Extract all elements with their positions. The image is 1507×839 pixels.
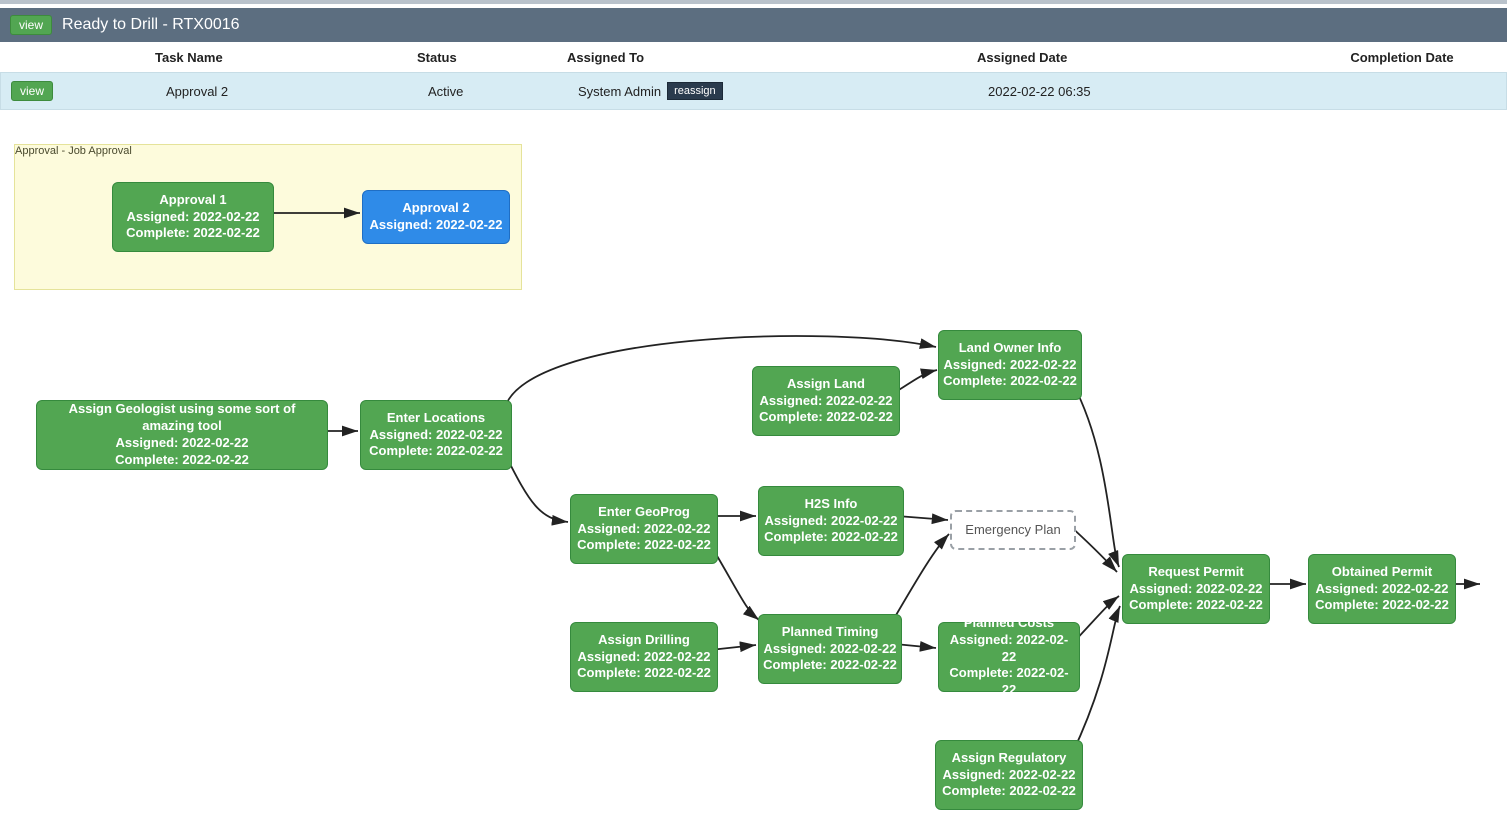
node-emergency-plan[interactable]: Emergency Plan xyxy=(950,510,1076,550)
node-assign-regulatory[interactable]: Assign Regulatory Assigned: 2022-02-22 C… xyxy=(935,740,1083,810)
node-title: H2S Info xyxy=(763,496,899,513)
node-planned-costs[interactable]: Planned Costs Assigned: 2022-02-22 Compl… xyxy=(938,622,1080,692)
node-title: Approval 1 xyxy=(117,192,269,209)
node-complete: Complete: 2022-02-22 xyxy=(365,443,507,460)
node-approval-2[interactable]: Approval 2 Assigned: 2022-02-22 xyxy=(362,190,510,244)
node-title: Enter GeoProg xyxy=(575,504,713,521)
node-title: Assign Drilling xyxy=(575,632,713,649)
node-title: Planned Costs xyxy=(943,615,1075,632)
cell-task-name: Approval 2 xyxy=(166,84,428,99)
node-assigned: Assigned: 2022-02-22 xyxy=(1313,581,1451,598)
node-assigned: Assigned: 2022-02-22 xyxy=(117,209,269,226)
col-assigned-to: Assigned To xyxy=(567,50,977,65)
reassign-button[interactable]: reassign xyxy=(667,82,723,100)
node-assign-land[interactable]: Assign Land Assigned: 2022-02-22 Complet… xyxy=(752,366,900,436)
node-title: Assign Geologist using some sort of amaz… xyxy=(41,401,323,435)
col-completion-date: Completion Date xyxy=(1297,50,1507,65)
node-title: Request Permit xyxy=(1127,564,1265,581)
node-assigned: Assigned: 2022-02-22 xyxy=(763,513,899,530)
node-assigned: Assigned: 2022-02-22 xyxy=(763,641,897,658)
node-title: Enter Locations xyxy=(365,410,507,427)
node-assigned: Assigned: 2022-02-22 xyxy=(940,767,1078,784)
col-task-name: Task Name xyxy=(155,50,417,65)
node-title: Approval 2 xyxy=(367,200,505,217)
node-h2s-info[interactable]: H2S Info Assigned: 2022-02-22 Complete: … xyxy=(758,486,904,556)
node-complete: Complete: 2022-02-22 xyxy=(41,452,323,469)
page-title: Ready to Drill - RTX0016 xyxy=(62,16,240,34)
node-title: Land Owner Info xyxy=(943,340,1077,357)
node-assigned: Assigned: 2022-02-22 xyxy=(943,357,1077,374)
node-title: Assign Regulatory xyxy=(940,750,1078,767)
node-assigned: Assigned: 2022-02-22 xyxy=(365,427,507,444)
approval-group-title: Approval - Job Approval xyxy=(15,139,132,157)
node-assigned: Assigned: 2022-02-22 xyxy=(1127,581,1265,598)
row-view-button[interactable]: view xyxy=(11,81,53,101)
node-title: Assign Land xyxy=(757,376,895,393)
node-title: Emergency Plan xyxy=(956,522,1070,539)
node-assigned: Assigned: 2022-02-22 xyxy=(41,435,323,452)
node-complete: Complete: 2022-02-22 xyxy=(117,225,269,242)
node-assigned: Assigned: 2022-02-22 xyxy=(943,632,1075,666)
col-assigned-date: Assigned Date xyxy=(977,50,1297,65)
node-complete: Complete: 2022-02-22 xyxy=(757,409,895,426)
node-complete: Complete: 2022-02-22 xyxy=(940,783,1078,800)
node-assigned: Assigned: 2022-02-22 xyxy=(575,521,713,538)
node-approval-1[interactable]: Approval 1 Assigned: 2022-02-22 Complete… xyxy=(112,182,274,252)
node-assign-geologist[interactable]: Assign Geologist using some sort of amaz… xyxy=(36,400,328,470)
node-assigned: Assigned: 2022-02-22 xyxy=(575,649,713,666)
header-view-button[interactable]: view xyxy=(10,15,52,35)
node-complete: Complete: 2022-02-22 xyxy=(1127,597,1265,614)
node-assign-drilling[interactable]: Assign Drilling Assigned: 2022-02-22 Com… xyxy=(570,622,718,692)
workflow-canvas: view Ready to Drill - RTX0016 Task Name … xyxy=(0,0,1507,839)
node-enter-locations[interactable]: Enter Locations Assigned: 2022-02-22 Com… xyxy=(360,400,512,470)
node-obtained-permit[interactable]: Obtained Permit Assigned: 2022-02-22 Com… xyxy=(1308,554,1456,624)
node-request-permit[interactable]: Request Permit Assigned: 2022-02-22 Comp… xyxy=(1122,554,1270,624)
node-complete: Complete: 2022-02-22 xyxy=(1313,597,1451,614)
node-enter-geoprog[interactable]: Enter GeoProg Assigned: 2022-02-22 Compl… xyxy=(570,494,718,564)
node-complete: Complete: 2022-02-22 xyxy=(575,537,713,554)
cell-status: Active xyxy=(428,84,578,99)
node-complete: Complete: 2022-02-22 xyxy=(575,665,713,682)
col-status: Status xyxy=(417,50,567,65)
page-header: view Ready to Drill - RTX0016 xyxy=(0,8,1507,42)
node-complete: Complete: 2022-02-22 xyxy=(763,529,899,546)
cell-assigned-to: System Admin xyxy=(578,84,661,99)
node-title: Obtained Permit xyxy=(1313,564,1451,581)
node-assigned: Assigned: 2022-02-22 xyxy=(367,217,505,234)
node-land-owner-info[interactable]: Land Owner Info Assigned: 2022-02-22 Com… xyxy=(938,330,1082,400)
node-complete: Complete: 2022-02-22 xyxy=(943,373,1077,390)
node-complete: Complete: 2022-02-22 xyxy=(943,665,1075,699)
task-table-row[interactable]: view Approval 2 Active System Admin reas… xyxy=(0,72,1507,110)
cell-assigned-date: 2022-02-22 06:35 xyxy=(988,84,1308,99)
node-complete: Complete: 2022-02-22 xyxy=(763,657,897,674)
node-title: Planned Timing xyxy=(763,624,897,641)
node-assigned: Assigned: 2022-02-22 xyxy=(757,393,895,410)
node-planned-timing[interactable]: Planned Timing Assigned: 2022-02-22 Comp… xyxy=(758,614,902,684)
task-table-header: Task Name Status Assigned To Assigned Da… xyxy=(0,42,1507,73)
